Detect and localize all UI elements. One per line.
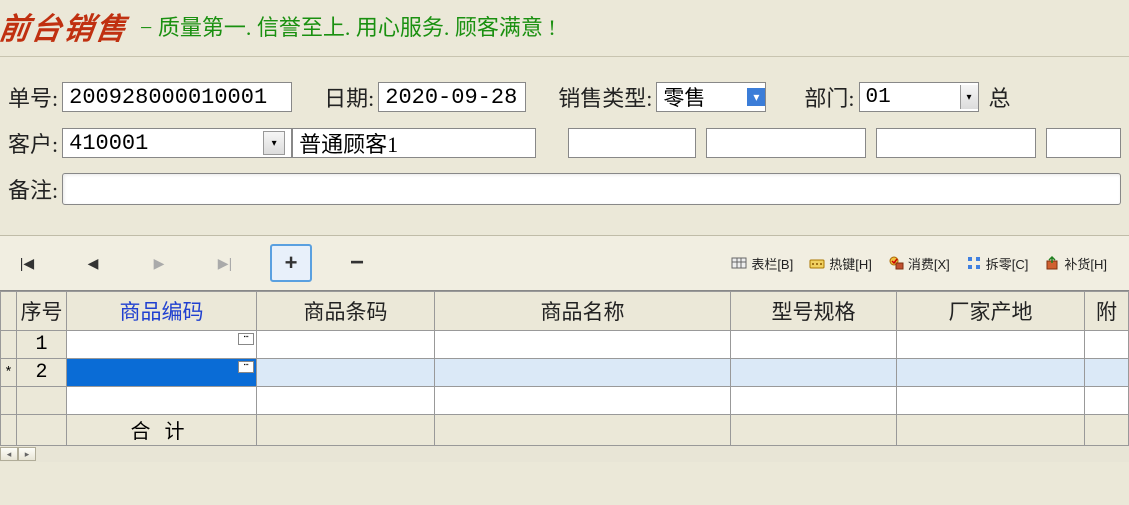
grid-cell <box>435 387 731 415</box>
grid-cell <box>731 415 897 446</box>
grid-cell[interactable] <box>435 359 731 387</box>
date-input[interactable] <box>378 82 526 112</box>
add-row-button[interactable]: + <box>270 244 312 282</box>
table-row[interactable]: *2 ⋯ <box>1 359 1129 387</box>
action-label: 消费[X] <box>908 254 950 273</box>
action-label: 补货[H] <box>1064 254 1107 273</box>
sale-type-value: 零售 <box>663 82 741 112</box>
restock-button[interactable]: 补货[H] <box>1044 254 1107 273</box>
grid-cell <box>67 387 257 415</box>
cart-button[interactable]: 消费[X] <box>888 254 950 273</box>
column-header[interactable]: 序号 <box>17 292 67 331</box>
column-header[interactable]: 商品编码 <box>67 292 257 331</box>
column-header[interactable]: 附 <box>1085 292 1129 331</box>
grid-cell <box>257 387 435 415</box>
grid-cell[interactable] <box>897 359 1085 387</box>
grid-cell[interactable]: ⋯ <box>67 331 257 359</box>
grid-cell <box>17 387 67 415</box>
row-header <box>1 331 17 359</box>
seq-cell: 2 <box>17 359 67 387</box>
action-label: 拆零[C] <box>986 254 1029 273</box>
keyboard-button[interactable]: 热键[H] <box>809 254 872 273</box>
order-no-input[interactable] <box>62 82 292 112</box>
remark-input[interactable] <box>62 173 1121 205</box>
scroll-right-icon[interactable]: ▸ <box>18 447 36 461</box>
nav-first-button[interactable]: |◀ <box>6 244 48 282</box>
page-title: 前台销售 <box>0 4 131 48</box>
customer-code-input[interactable] <box>63 130 261 156</box>
grid-cell[interactable]: ⋯ <box>67 359 257 387</box>
grid-cell <box>897 387 1085 415</box>
horizontal-scrollbar[interactable]: ◂ ▸ <box>0 446 1129 462</box>
customer-label: 客户: <box>8 127 58 159</box>
split-button[interactable]: 拆零[C] <box>966 254 1029 273</box>
readonly-field-3 <box>876 128 1036 158</box>
column-header[interactable]: 型号规格 <box>731 292 897 331</box>
chevron-down-icon[interactable]: ▾ <box>960 85 978 109</box>
readonly-field-4 <box>1046 128 1121 158</box>
chevron-down-icon[interactable]: ▾ <box>263 131 285 155</box>
order-no-label: 单号: <box>8 81 58 113</box>
action-label: 表栏[B] <box>751 254 793 273</box>
nav-prev-button[interactable]: ◀ <box>72 244 114 282</box>
keyboard-icon <box>809 255 825 271</box>
split-icon <box>966 255 982 271</box>
grid-cell <box>897 415 1085 446</box>
nav-next-button[interactable]: ▶ <box>138 244 180 282</box>
table-row[interactable]: 1⋯ <box>1 331 1129 359</box>
total-row: 合计 <box>1 415 1129 446</box>
dept-select[interactable]: 01 ▾ <box>859 82 979 112</box>
scroll-left-icon[interactable]: ◂ <box>0 447 18 461</box>
grid-cell <box>257 415 435 446</box>
dept-label: 部门: <box>804 81 854 113</box>
header-slogan: − 质量第一. 信誉至上. 用心服务. 顾客满意 ! <box>140 10 556 42</box>
readonly-field-2 <box>706 128 866 158</box>
row-header: * <box>1 359 17 387</box>
grid-cell[interactable] <box>897 331 1085 359</box>
grid-cell[interactable] <box>257 331 435 359</box>
grid-cell[interactable] <box>731 331 897 359</box>
table-row <box>1 387 1129 415</box>
grid-cell[interactable] <box>731 359 897 387</box>
remark-label: 备注: <box>8 173 58 205</box>
readonly-field-1 <box>568 128 696 158</box>
grid-cell[interactable] <box>1085 331 1129 359</box>
column-header[interactable]: 商品条码 <box>257 292 435 331</box>
dept-value: 01 <box>866 86 956 109</box>
chevron-down-icon[interactable]: ▾ <box>747 88 765 106</box>
customer-name-input[interactable] <box>292 128 536 158</box>
grid-cell[interactable] <box>257 359 435 387</box>
grid-cell[interactable] <box>1085 359 1129 387</box>
grid-cell <box>1085 387 1129 415</box>
grid-button[interactable]: 表栏[B] <box>731 254 793 273</box>
grid-cell <box>1085 415 1129 446</box>
ellipsis-icon[interactable]: ⋯ <box>238 333 254 345</box>
ellipsis-icon[interactable]: ⋯ <box>238 361 254 373</box>
grid-cell[interactable] <box>435 331 731 359</box>
total-label: 总 <box>989 81 1011 113</box>
data-grid[interactable]: 序号商品编码商品条码商品名称型号规格厂家产地附 1⋯*2⋯合计 ◂ ▸ <box>0 290 1129 462</box>
date-label: 日期: <box>324 81 374 113</box>
column-header[interactable]: 商品名称 <box>435 292 731 331</box>
form-area: 单号: 日期: 销售类型: 零售 ▾ 部门: 01 ▾ 总 客户: ▾ 备注: <box>0 57 1129 229</box>
grid-toolbar: |◀ ◀ ▶ ▶| + − 表栏[B] 热键[H] 消费[X] 拆零[C] 补货[H] <box>0 235 1129 290</box>
sale-type-label: 销售类型: <box>558 81 652 113</box>
grid-icon <box>731 255 747 271</box>
restock-icon <box>1044 255 1060 271</box>
remove-row-button[interactable]: − <box>336 244 378 282</box>
total-label: 合计 <box>67 415 257 446</box>
sale-type-select[interactable]: 零售 ▾ <box>656 82 766 112</box>
grid-cell <box>731 387 897 415</box>
nav-last-button[interactable]: ▶| <box>204 244 246 282</box>
action-label: 热键[H] <box>829 254 872 273</box>
column-header[interactable]: 厂家产地 <box>897 292 1085 331</box>
seq-cell: 1 <box>17 331 67 359</box>
grid-cell <box>435 415 731 446</box>
customer-code-combo[interactable]: ▾ <box>62 128 292 158</box>
cart-icon <box>888 255 904 271</box>
